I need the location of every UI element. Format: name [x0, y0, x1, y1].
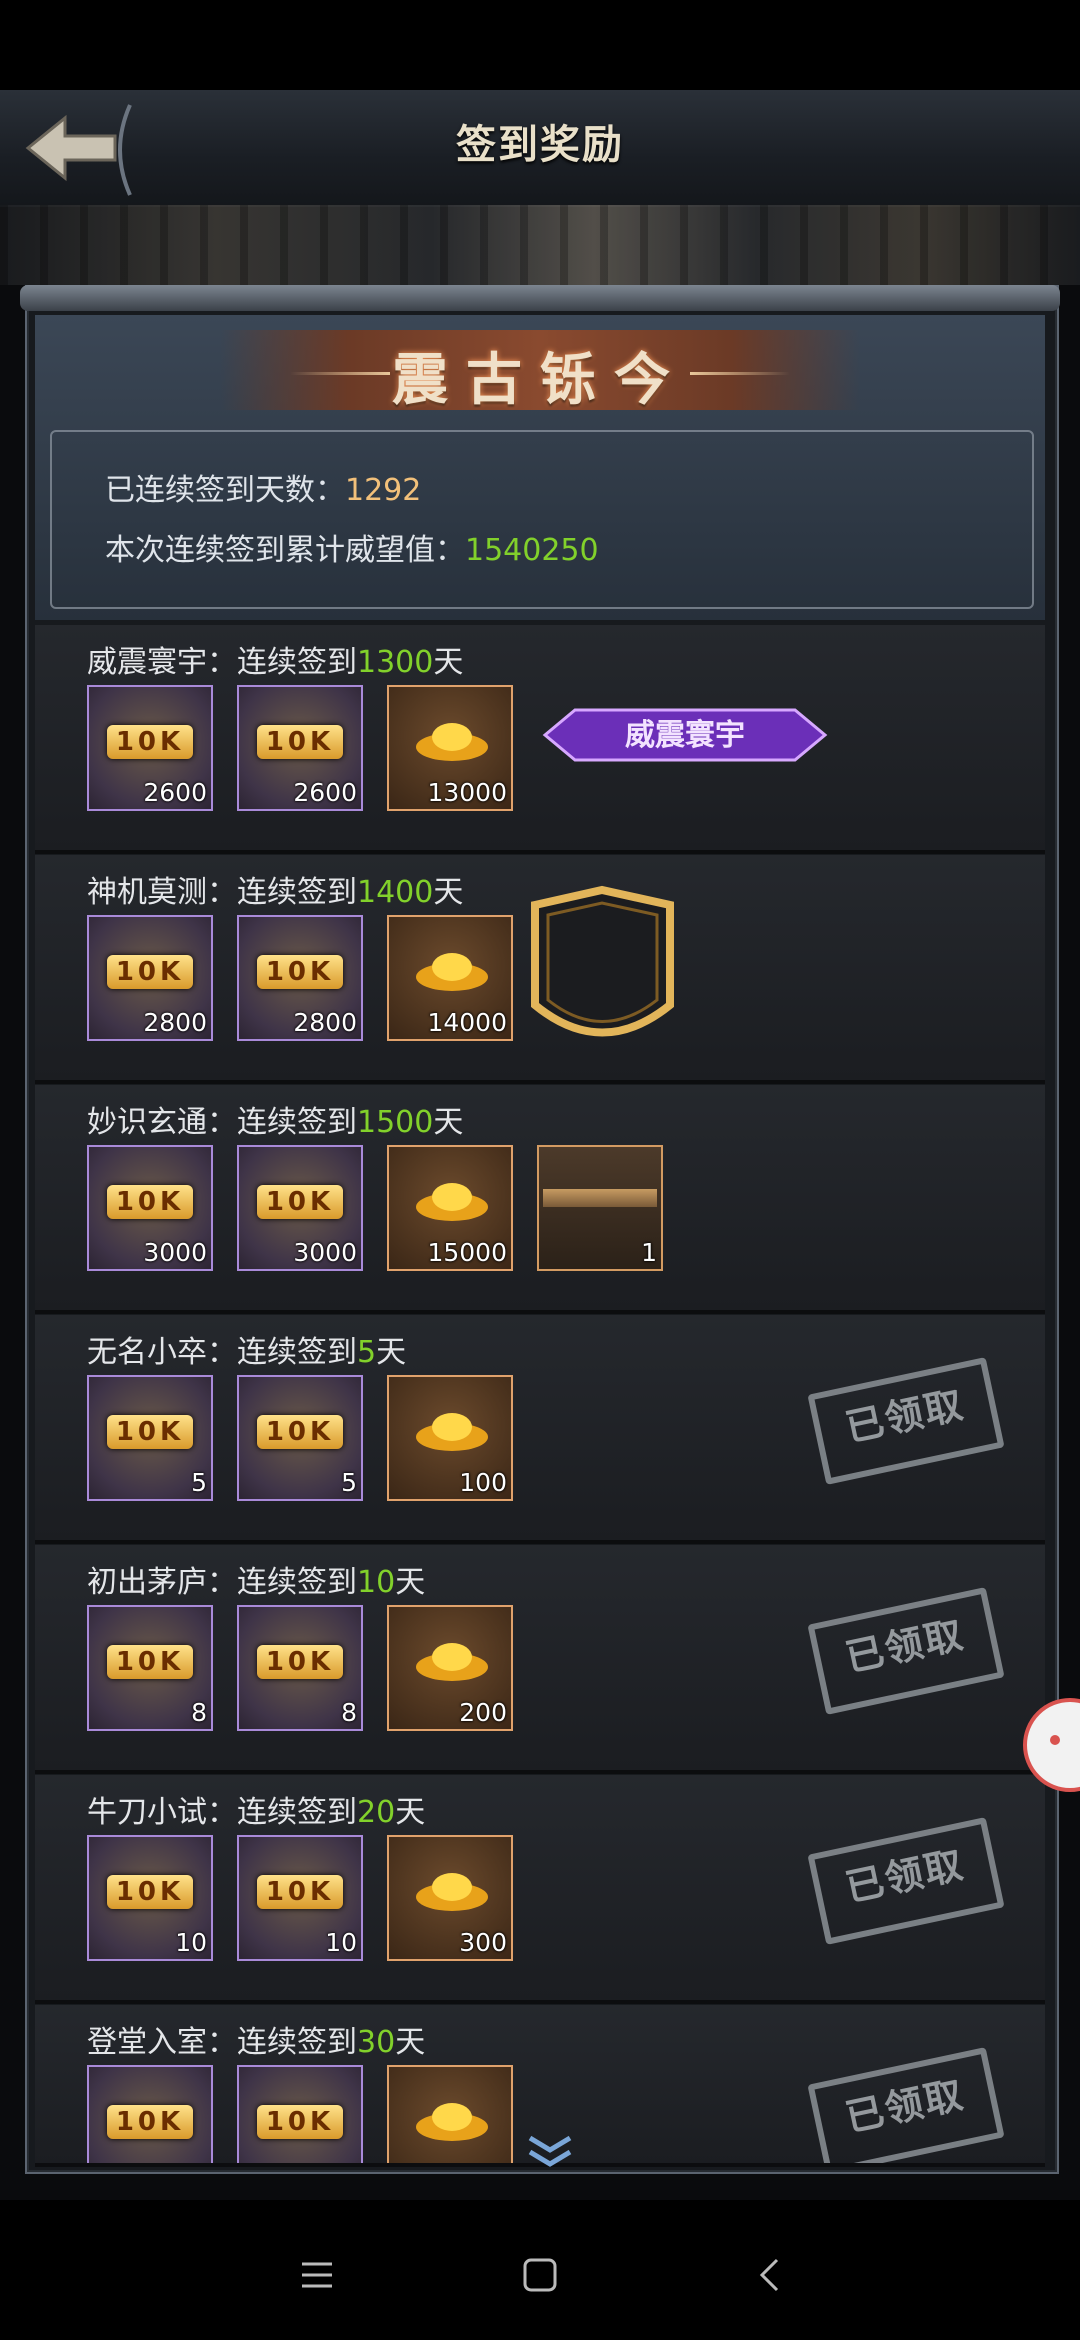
material-bag-item[interactable]: 10K 3000 [237, 1145, 363, 1271]
gold-ingot-icon [416, 953, 488, 991]
gold-ingot-item[interactable]: 200 [387, 1605, 513, 1731]
gold-ingot-icon [416, 723, 488, 761]
row-title: 牛刀小试：连续签到20天 [87, 1795, 426, 1830]
nav-back-icon[interactable] [745, 2250, 795, 2300]
gold-ingot-icon [416, 2103, 488, 2141]
claimed-stamp: 已领取 [807, 2047, 1005, 2163]
coin-bag-item[interactable]: 10K 3000 [87, 1145, 213, 1271]
gold-ingot-item[interactable]: 14000 [387, 915, 513, 1041]
gold-ingot-item[interactable]: 100 [387, 1375, 513, 1501]
gold-ingot-icon [416, 1413, 488, 1451]
claimed-stamp: 已领取 [807, 1817, 1005, 1945]
days-line: 已连续签到天数：1292 [105, 465, 421, 509]
claimed-stamp: 已领取 [807, 1357, 1005, 1485]
gold-ingot-item[interactable]: 300 [387, 1835, 513, 1961]
coin-bag-item[interactable]: 10K [87, 2065, 213, 2163]
coin-bag-item[interactable]: 10K 2600 [87, 685, 213, 811]
reward-row: 威震寰宇：连续签到1300天 10K 2600 10K 2600 13000 威震寰… [35, 625, 1045, 854]
reward-row: 神机莫测：连续签到1400天 10K 2800 10K 2800 14000 [35, 855, 1045, 1084]
status-bar [0, 0, 1080, 90]
material-bag-item[interactable]: 10K 2600 [237, 685, 363, 811]
material-bag-item[interactable]: 10K 2800 [237, 915, 363, 1041]
coin-bag-item[interactable]: 10K 8 [87, 1605, 213, 1731]
panel-scroll-rod [20, 285, 1060, 311]
material-bag-item[interactable]: 10K 8 [237, 1605, 363, 1731]
header-scene-image [0, 205, 1080, 285]
row-title: 初出茅庐：连续签到10天 [87, 1565, 426, 1600]
reward-row: 妙识玄通：连续签到1500天 10K 3000 10K 3000 15000 1 [35, 1085, 1045, 1314]
prestige-label: 本次连续签到累计威望值： [105, 533, 465, 568]
scroll-frame-item[interactable]: 1 [537, 1145, 663, 1271]
coin-bag-item[interactable]: 10K 10 [87, 1835, 213, 1961]
coin-bag-item[interactable]: 10K 5 [87, 1375, 213, 1501]
row-title: 神机莫测：连续签到1400天 [87, 875, 464, 910]
coin-bag-item[interactable]: 10K 2800 [87, 915, 213, 1041]
row-title: 妙识玄通：连续签到1500天 [87, 1105, 464, 1140]
home-icon[interactable] [515, 2250, 565, 2300]
claimed-stamp: 已领取 [807, 1587, 1005, 1715]
double-chevron-down-icon[interactable] [525, 2130, 575, 2170]
gold-ingot-item[interactable] [387, 2065, 513, 2163]
gold-ingot-item[interactable]: 15000 [387, 1145, 513, 1271]
menu-icon[interactable] [292, 2250, 342, 2300]
days-value: 1292 [345, 473, 422, 508]
gold-ingot-icon [416, 1643, 488, 1681]
row-title: 威震寰宇：连续签到1300天 [87, 645, 464, 680]
prestige-value: 1540250 [465, 533, 599, 568]
gold-ingot-icon [416, 1183, 488, 1221]
page-title: 签到奖励 [456, 122, 624, 168]
title-badge-label: 威震寰宇 [625, 718, 745, 753]
days-label: 已连续签到天数： [105, 473, 345, 508]
material-bag-item[interactable]: 10K 5 [237, 1375, 363, 1501]
avatar-frame-icon[interactable] [520, 885, 685, 1055]
floating-assistant-icon[interactable] [1020, 1680, 1080, 1800]
reward-row: 初出茅庐：连续签到10天 10K 8 10K 8 200 已领取 [35, 1545, 1045, 1774]
title-badge-icon[interactable]: 威震寰宇 [535, 700, 835, 770]
material-bag-item[interactable]: 10K 10 [237, 1835, 363, 1961]
banner-title: 震古铄今 [392, 347, 688, 413]
prestige-line: 本次连续签到累计威望值：1540250 [105, 525, 599, 569]
summary-frame [50, 430, 1034, 609]
reward-row: 牛刀小试：连续签到20天 10K 10 10K 10 300 已领取 [35, 1775, 1045, 2004]
gold-ingot-icon [416, 1873, 488, 1911]
material-bag-item[interactable]: 10K [237, 2065, 363, 2163]
row-title: 无名小卒：连续签到5天 [87, 1335, 407, 1370]
scroll-frame-icon [543, 1189, 657, 1207]
reward-row: 无名小卒：连续签到5天 10K 5 10K 5 100 已领取 [35, 1315, 1045, 1544]
gold-ingot-item[interactable]: 13000 [387, 685, 513, 811]
row-title: 登堂入室：连续签到30天 [87, 2025, 426, 2060]
